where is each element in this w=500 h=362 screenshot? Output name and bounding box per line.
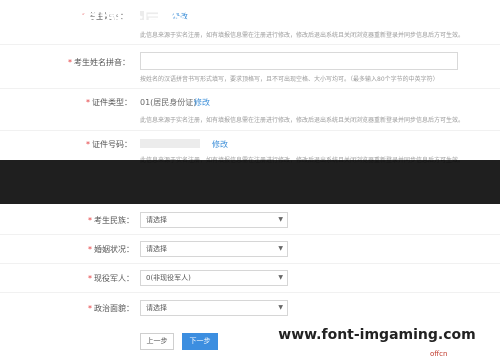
triangle-down-icon: ▼ bbox=[278, 216, 283, 223]
masked-value bbox=[140, 139, 206, 148]
triangle-down-icon: ▼ bbox=[278, 274, 283, 281]
prev-step-button[interactable]: 上一步 bbox=[140, 333, 174, 350]
hint-text: 按姓名的汉语拼音书写形式填写，要求顶格写，且不可出现空格、大小写均可。（最多输入… bbox=[140, 76, 439, 83]
edit-id-number-link[interactable]: 修改 bbox=[212, 139, 228, 150]
triangle-down-icon: ▼ bbox=[278, 304, 283, 311]
divider bbox=[0, 130, 500, 131]
ethnicity-select[interactable]: 请选择 ▼ bbox=[140, 212, 288, 228]
military-select[interactable]: 0(非现役军人) ▼ bbox=[140, 270, 288, 286]
divider bbox=[0, 88, 500, 89]
triangle-down-icon: ▼ bbox=[278, 245, 283, 252]
title-banner bbox=[0, 160, 500, 204]
field-label: * 考生姓名拼音： bbox=[68, 58, 130, 67]
pinyin-input[interactable] bbox=[140, 52, 458, 70]
field-label: * 婚姻状况： bbox=[88, 245, 134, 254]
political-select[interactable]: 请选择 ▼ bbox=[140, 300, 288, 316]
divider bbox=[0, 44, 500, 45]
marital-select[interactable]: 请选择 ▼ bbox=[140, 241, 288, 257]
edit-id-type-link[interactable]: 修改 bbox=[194, 97, 210, 108]
divider bbox=[0, 292, 500, 293]
divider bbox=[0, 234, 500, 235]
field-label: * 政治面貌： bbox=[88, 304, 134, 313]
watermark-site: www.font-imgaming.com bbox=[278, 327, 476, 343]
field-label: * 证件号码： bbox=[86, 140, 132, 149]
id-type-value: 01(居民身份证) bbox=[140, 98, 197, 107]
watermark-small: offcn bbox=[430, 350, 448, 358]
next-step-button[interactable]: 下一步 bbox=[182, 333, 218, 350]
divider bbox=[0, 263, 500, 264]
field-label: * 证件类型： bbox=[86, 98, 132, 107]
banner-title: 大连鲲城合同签署全流程及注意事项详解指南 bbox=[34, 9, 466, 34]
field-label: * 现役军人： bbox=[88, 274, 134, 283]
field-label: * 考生民族： bbox=[88, 216, 134, 225]
hint-text: 此信息来源于实名注册，如有填报信息需在注册进行修改，修改后退出系统且关闭浏览器重… bbox=[140, 117, 465, 124]
